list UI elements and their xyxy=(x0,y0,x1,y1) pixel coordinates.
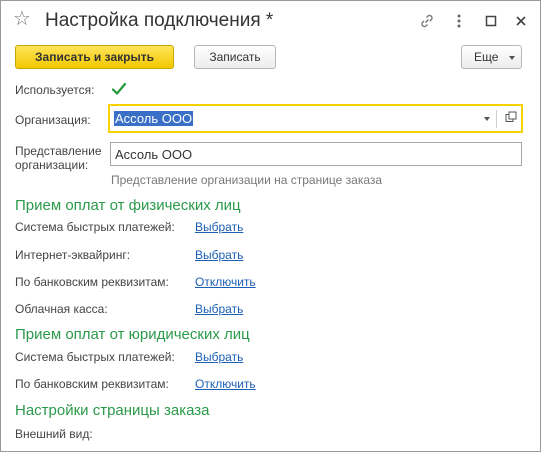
more-icon[interactable] xyxy=(449,11,469,31)
organization-field[interactable]: Ассоль ООО xyxy=(108,104,523,133)
more-menu-button[interactable]: Еще xyxy=(461,45,522,69)
individuals-sbp-label: Система быстрых платежей: xyxy=(15,220,175,234)
dropdown-arrow-icon xyxy=(509,56,515,60)
maximize-icon[interactable] xyxy=(481,11,501,31)
individuals-sbp-link[interactable]: Выбрать xyxy=(195,220,243,234)
legal-sbp-label: Система быстрых платежей: xyxy=(15,350,175,364)
legal-bank-link[interactable]: Отключить xyxy=(195,377,256,391)
individuals-bank-label: По банковским реквизитам: xyxy=(15,275,169,289)
link-icon[interactable] xyxy=(417,11,437,31)
legal-bank-label: По банковским реквизитам: xyxy=(15,377,169,391)
organization-value: Ассоль ООО xyxy=(114,111,194,126)
individuals-acquiring-link[interactable]: Выбрать xyxy=(195,248,243,262)
individuals-acquiring-label: Интернет-эквайринг: xyxy=(15,248,131,262)
individuals-cloud-label: Облачная касса: xyxy=(15,302,108,316)
dropdown-arrow-icon[interactable] xyxy=(484,117,490,121)
star-icon[interactable]: ☆ xyxy=(13,9,31,29)
representation-value: Ассоль ООО xyxy=(115,147,193,162)
more-menu-label: Еще xyxy=(474,50,499,64)
appearance-label: Внешний вид: xyxy=(15,427,93,441)
representation-input[interactable]: Ассоль ООО xyxy=(110,142,522,166)
section-individuals-title: Прием оплат от физических лиц xyxy=(15,197,241,214)
organization-label: Организация: xyxy=(15,113,91,127)
representation-label-line1: Представление xyxy=(15,144,102,158)
representation-hint: Представление организации на странице за… xyxy=(111,173,383,187)
section-order-page-title: Настройки страницы заказа xyxy=(15,402,210,419)
section-legal-title: Прием оплат от юридических лиц xyxy=(15,326,250,343)
field-divider xyxy=(496,110,497,128)
open-form-icon[interactable] xyxy=(505,111,517,126)
legal-sbp-link[interactable]: Выбрать xyxy=(195,350,243,364)
save-and-close-button[interactable]: Записать и закрыть xyxy=(15,45,174,69)
individuals-cloud-link[interactable]: Выбрать xyxy=(195,302,243,316)
save-button[interactable]: Записать xyxy=(194,45,276,69)
title-bar: ☆ Настройка подключения * xyxy=(1,1,540,41)
close-icon[interactable] xyxy=(511,11,531,31)
used-label: Используется: xyxy=(15,83,95,97)
individuals-bank-link[interactable]: Отключить xyxy=(195,275,256,289)
representation-label-line2: организации: xyxy=(15,158,89,172)
window-title: Настройка подключения * xyxy=(45,10,274,31)
settings-window: ☆ Настройка подключения * Записать и зак… xyxy=(0,0,541,452)
used-checkbox[interactable] xyxy=(111,81,127,97)
